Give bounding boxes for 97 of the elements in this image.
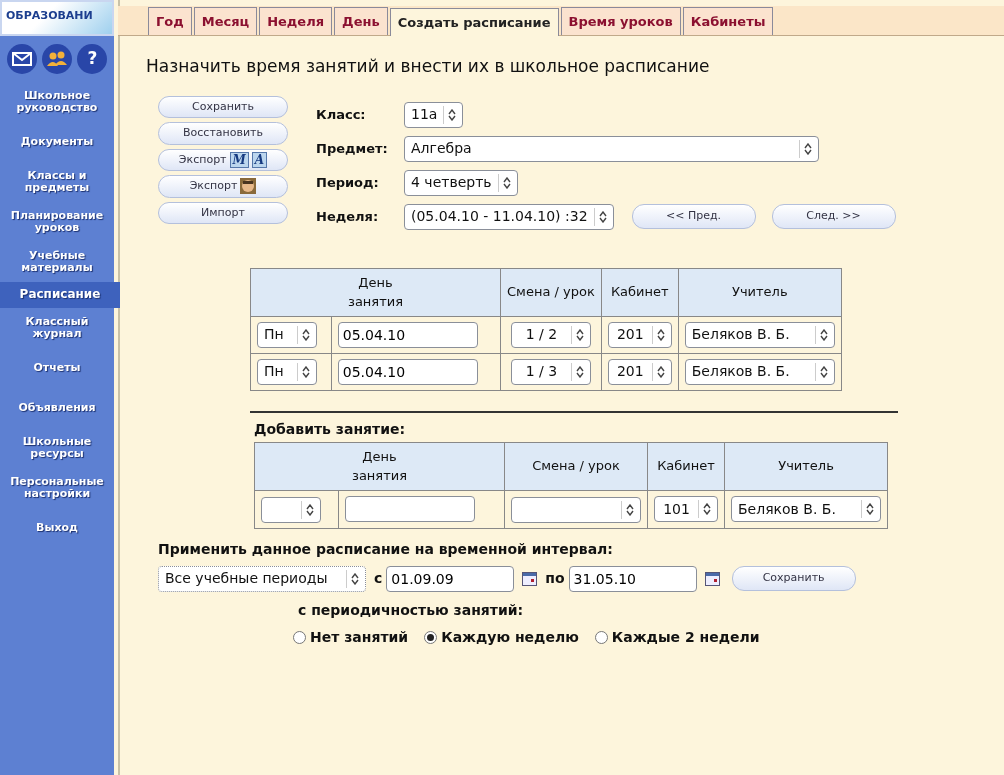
sidebar-item[interactable]: Отчеты	[0, 348, 114, 388]
spinner-arrow-icon	[656, 365, 665, 378]
spinner-arrow-icon	[302, 365, 310, 378]
people-icon[interactable]	[42, 44, 72, 74]
button[interactable]: << Пред.	[631, 204, 756, 229]
spinner-arrow-icon	[306, 503, 314, 516]
spinner-arrow-icon	[626, 503, 634, 516]
button[interactable]: След. >>	[771, 204, 896, 229]
spinner-arrow-icon	[804, 142, 812, 155]
sidebar-item[interactable]: Учебные материалы	[0, 242, 114, 282]
field-label: Период:	[316, 173, 380, 192]
tab[interactable]: Время уроков	[560, 6, 681, 35]
section-title: Добавить занятие:	[254, 419, 407, 439]
field-label: Неделя:	[316, 207, 380, 226]
date-field[interactable]: 01.09.09	[386, 565, 515, 592]
tab[interactable]: Кабинеты	[682, 6, 774, 35]
logo: ОБРАЗОВАНИ	[0, 0, 114, 36]
select-field[interactable]: Беляков В. Б.	[684, 321, 835, 348]
spinner-arrow-icon	[866, 503, 874, 515]
tab[interactable]: Неделя	[259, 6, 333, 35]
tab[interactable]: Год	[148, 6, 192, 35]
button[interactable]: Импорт	[158, 201, 288, 224]
select-field[interactable]: Беляков В. Б.	[684, 358, 835, 385]
select-field[interactable]: (05.04.10 - 11.04.10) :32	[404, 203, 614, 230]
select-field[interactable]: 1 / 2	[510, 321, 591, 348]
radio-button[interactable]	[424, 630, 438, 644]
column-header: Смена / урок	[504, 442, 648, 490]
spinner-arrow-icon	[575, 328, 584, 341]
date-label: по	[545, 569, 565, 588]
sidebar-item[interactable]: Расписание	[0, 282, 120, 308]
radio-button[interactable]	[594, 630, 608, 644]
button[interactable]: Экспорт	[158, 175, 288, 198]
date-field[interactable]: 05.04.10	[337, 358, 478, 385]
select-field[interactable]: 1 / 3	[510, 358, 591, 385]
column-header: Кабинет	[647, 442, 725, 490]
tab[interactable]: Создать расписание	[389, 7, 559, 36]
select-field[interactable]: 201	[607, 321, 672, 348]
button[interactable]: Экспорт M A	[158, 148, 288, 171]
column-header: Учитель	[678, 268, 842, 316]
date-label: с	[374, 569, 383, 588]
spinner-arrow-icon	[703, 503, 711, 515]
tab[interactable]: День	[334, 6, 388, 35]
radio-option[interactable]: Каждые 2 недели	[594, 626, 760, 648]
sidebar-item[interactable]: Объявления	[0, 388, 114, 428]
spinner-arrow-icon	[656, 328, 665, 341]
field-label: Предмет:	[316, 139, 389, 158]
calendar-icon[interactable]	[522, 572, 538, 587]
sidebar-item[interactable]: Классы и предметы	[0, 162, 114, 202]
spinner-arrow-icon	[819, 365, 828, 378]
sidebar-item[interactable]: Документы	[0, 122, 114, 162]
spinner-arrow-icon	[819, 328, 828, 341]
select-field[interactable]	[261, 496, 321, 523]
sidebar-item[interactable]: Персональные настройки	[0, 468, 114, 508]
mail-icon[interactable]	[6, 44, 37, 74]
spinner-arrow-icon	[302, 328, 310, 341]
sidebar-item[interactable]: Выход	[0, 508, 114, 548]
help-icon[interactable]: ?	[77, 44, 108, 74]
page-heading: Назначить время занятий и внести их в школьное расписание	[146, 55, 711, 78]
section-title: Применить данное расписание на временной интервал:	[158, 539, 614, 559]
select-field[interactable]: 101	[654, 496, 718, 522]
select-field[interactable]: Алгебра	[404, 135, 819, 162]
spinner-arrow-icon	[351, 572, 359, 585]
select-field[interactable]: Все учебные периоды	[158, 565, 366, 592]
button[interactable]: Сохранить	[158, 95, 288, 118]
select-field[interactable]: Пн	[257, 358, 317, 385]
column-header: Смена / урок	[500, 268, 602, 316]
column-header: День занятия	[250, 268, 501, 316]
button[interactable]: Восстановить	[158, 122, 288, 145]
section-title: с периодичностью занятий:	[298, 600, 525, 620]
radio-option[interactable]: Каждую неделю	[424, 626, 579, 648]
column-header: Кабинет	[601, 268, 679, 316]
sidebar-item[interactable]: Школьное руководство	[0, 82, 114, 122]
date-field[interactable]: 31.05.10	[568, 565, 697, 592]
sidebar-item[interactable]: Школьные ресурсы	[0, 428, 114, 468]
select-field[interactable]: 4 четверть	[404, 169, 518, 196]
date-field[interactable]: 05.04.10	[337, 321, 478, 348]
select-field[interactable]: 11а	[404, 101, 464, 128]
tab[interactable]: Месяц	[193, 6, 258, 35]
sidebar-item[interactable]: Планирование уроков	[0, 202, 114, 242]
spinner-arrow-icon	[502, 176, 511, 189]
sidebar-item[interactable]: Классный журнал	[0, 308, 114, 348]
radio-button[interactable]	[293, 630, 306, 644]
select-field[interactable]: 201	[607, 358, 672, 385]
save-button[interactable]: Сохранить	[731, 566, 856, 591]
select-field[interactable]: Беляков В. Б.	[731, 496, 881, 522]
spinner-arrow-icon	[575, 365, 584, 378]
face-icon	[240, 178, 257, 195]
calendar-icon[interactable]	[704, 572, 720, 587]
spinner-arrow-icon	[598, 210, 607, 223]
column-header: День занятия	[254, 442, 505, 490]
spinner-arrow-icon	[448, 108, 457, 121]
select-field[interactable]	[511, 496, 641, 523]
radio-option[interactable]: Нет занятий	[293, 626, 409, 648]
select-field[interactable]: Пн	[257, 321, 317, 348]
date-field[interactable]	[345, 496, 476, 522]
column-header: Учитель	[724, 442, 888, 490]
field-label: Класс:	[316, 105, 367, 124]
